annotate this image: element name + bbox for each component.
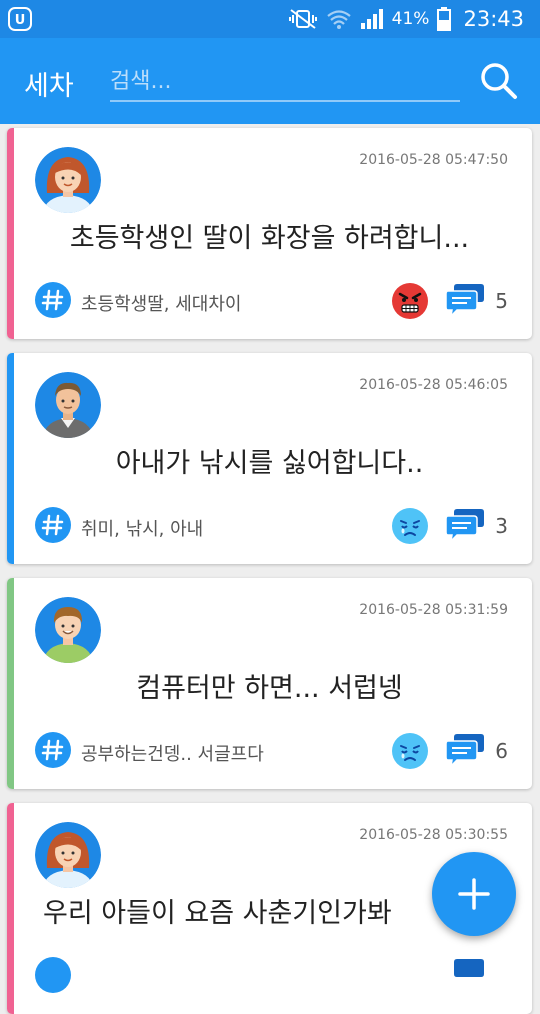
post-card[interactable]: 2016-05-28 05:31:59 컴퓨터만 하면... 서럽넹 공부하는건…: [7, 578, 532, 789]
post-title[interactable]: 초등학생인 딸이 화장을 하려합니...: [7, 216, 532, 255]
post-tags[interactable]: 초등학생딸, 세대차이: [81, 290, 241, 316]
comment-icon[interactable]: [445, 507, 485, 543]
boy-avatar-icon: [35, 597, 101, 663]
post-tags[interactable]: 공부하는건뎅.. 서글프다: [81, 740, 264, 766]
sad-face-icon: [392, 733, 428, 769]
man-avatar-icon: [35, 372, 101, 438]
svg-text:U: U: [15, 13, 26, 28]
comment-count: 6: [495, 739, 508, 763]
hashtag-icon: [35, 282, 71, 318]
search-input[interactable]: [110, 62, 460, 102]
woman-avatar-icon: [35, 822, 101, 888]
plus-icon: [458, 878, 490, 910]
app-logo-icon: U: [8, 7, 32, 31]
status-clock: 23:43: [463, 7, 524, 31]
status-bar: U 41% 23:43: [0, 0, 540, 38]
post-title[interactable]: 아내가 낚시를 싫어합니다..: [7, 441, 532, 480]
search-icon[interactable]: [478, 60, 518, 100]
post-title[interactable]: 컴퓨터만 하면... 서럽넹: [7, 666, 532, 705]
app-title: 세차: [24, 71, 74, 102]
vibrate-mute-icon: [288, 9, 317, 29]
comment-icon[interactable]: [445, 957, 485, 993]
post-card[interactable]: 2016-05-28 05:47:50 초등학생인 딸이 화장을 하려합니...…: [7, 128, 532, 339]
post-timestamp: 2016-05-28 05:46:05: [359, 377, 508, 393]
comment-icon[interactable]: [445, 282, 485, 318]
angry-face-icon: [392, 283, 428, 319]
comment-count: 3: [495, 514, 508, 538]
hashtag-icon: [35, 732, 71, 768]
battery-percent: 41%: [391, 9, 430, 29]
post-timestamp: 2016-05-28 05:30:55: [359, 827, 508, 843]
signal-icon: [360, 9, 383, 29]
post-card[interactable]: 2016-05-28 05:46:05 아내가 낚시를 싫어합니다.. 취미, …: [7, 353, 532, 564]
card-accent-bar: [7, 803, 14, 1014]
post-timestamp: 2016-05-28 05:31:59: [359, 602, 508, 618]
app-bar: 세차: [0, 38, 540, 124]
post-tags[interactable]: 취미, 낚시, 아내: [81, 515, 203, 541]
battery-icon: [437, 7, 452, 31]
comment-count: 5: [495, 289, 508, 313]
comment-icon[interactable]: [445, 732, 485, 768]
add-post-button[interactable]: [432, 852, 516, 936]
wifi-icon: [326, 10, 351, 29]
sad-face-icon: [392, 508, 428, 544]
woman-avatar-icon: [35, 147, 101, 213]
hashtag-icon: [35, 507, 71, 543]
hashtag-icon: [35, 957, 71, 993]
post-timestamp: 2016-05-28 05:47:50: [359, 152, 508, 168]
